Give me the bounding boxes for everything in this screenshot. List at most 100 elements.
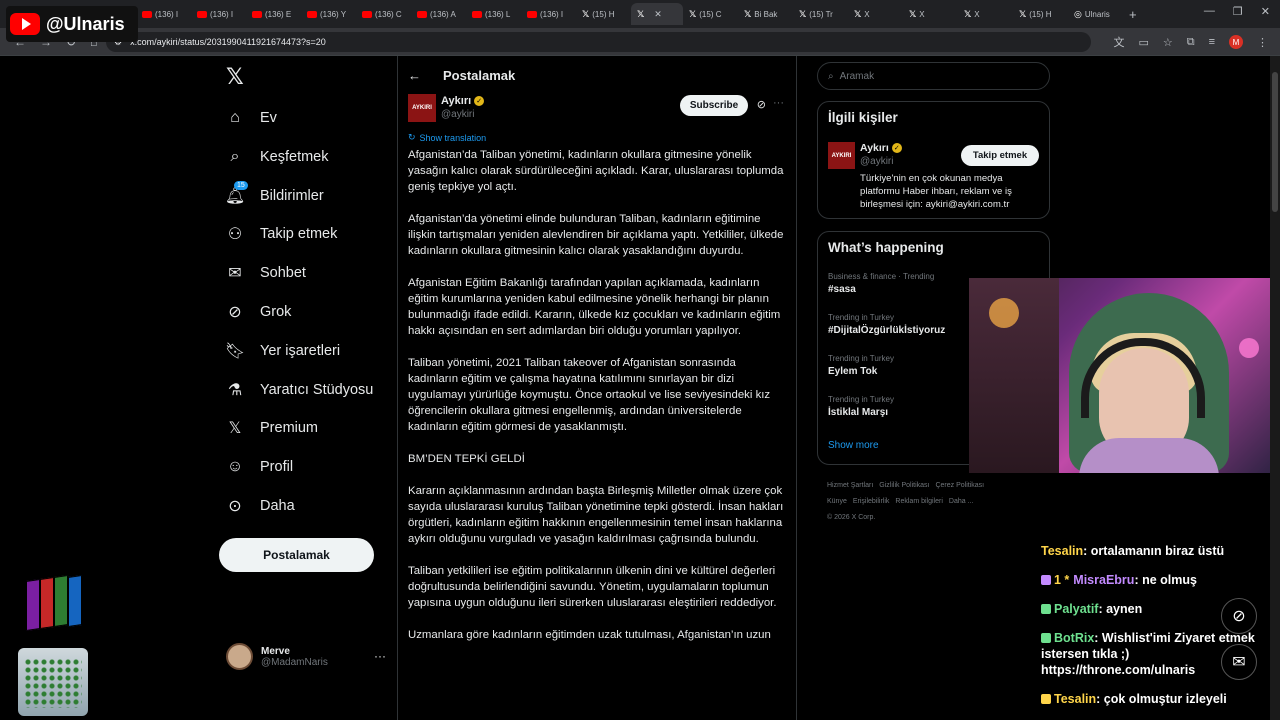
footer-link[interactable]: Daha ... [949,498,974,505]
tab-label: (136) E [265,9,292,19]
url-input[interactable]: ⚙ x.com/aykiri/status/203199041192167447… [106,32,1091,52]
happening-title: What’s happening [828,240,944,255]
browser-tab[interactable]: 𝕏 (15) H [576,3,631,25]
trend-meta: Business & finance · Trending [828,272,935,281]
x-favicon-icon: 𝕏 [744,8,752,19]
account-switcher[interactable]: Merve @MadamNaris ··· [226,643,386,670]
trend-item[interactable]: Business & finance · Trending #sasa [828,272,934,295]
chat-badge-icon [1041,694,1051,704]
window-controls: — ❐ ✕ [1204,5,1270,18]
browser-tab[interactable]: (136) Y [301,3,356,25]
follow-button[interactable]: Takip etmek [961,145,1039,166]
browser-tab[interactable]: 𝕏 (15) C [683,3,738,25]
author-name-row[interactable]: Aykırı ✓ [441,95,485,107]
channel-overlay: @Ulnaris [6,6,138,42]
footer-link: © 2026 X Corp. [827,514,876,521]
nav-item-4[interactable]: ✉ Sohbet [226,261,306,285]
nav-item-6[interactable]: 🔖︎ Yer işaretleri [225,339,340,363]
subscribe-button[interactable]: Subscribe [680,95,748,116]
media-icon[interactable]: ≡ [1209,36,1215,48]
nav-item-5[interactable]: ⊘ Grok [226,300,291,324]
tab-close-icon[interactable]: ✕ [654,9,662,20]
related-name-row[interactable]: Aykırı ✓ [860,142,902,154]
messages-float-icon[interactable]: ✉ [1221,644,1257,680]
minimize-icon[interactable]: — [1204,5,1215,18]
browser-tab[interactable]: 𝕏 (15) Tr [793,3,848,25]
footer-link[interactable]: Reklam bilgileri [895,498,942,505]
cast-icon[interactable]: ▭ [1138,36,1148,49]
browser-tab[interactable]: (136) I [521,3,576,25]
footer-link[interactable]: Gizlilik Politikası [879,482,929,489]
show-more-link[interactable]: Show more [828,440,879,451]
related-avatar[interactable]: AYKIRI [828,142,855,169]
author-handle[interactable]: @aykiri [441,109,475,120]
nav-item-10[interactable]: ⊙ Daha [226,494,294,518]
search-input[interactable]: ⌕ Aramak [817,62,1050,90]
nav-item-1[interactable]: ⌕ Keşfetmek [226,145,329,169]
x-favicon-icon: 𝕏 [637,8,645,19]
new-tab-icon[interactable]: + [1129,7,1137,22]
translate-icon[interactable]: 文 [1113,34,1124,50]
trend-item[interactable]: Trending in Turkey İstiklal Marşı [828,395,894,418]
footer-link[interactable]: Çerez Politikası [935,482,984,489]
close-icon[interactable]: ✕ [1261,5,1270,18]
nav-item-label: Profil [260,459,294,475]
page-title: Postalamak [443,67,516,83]
trend-name: Eylem Tok [828,366,878,377]
trend-item[interactable]: Trending in Turkey Eylem Tok [828,354,894,377]
browser-tab[interactable]: ◎ Ulnaris [1068,3,1123,25]
winrar-icon[interactable] [22,575,86,632]
browser-tab[interactable]: 𝕏 ✕ [631,3,683,25]
post-button[interactable]: Postalamak [219,538,374,572]
x-logo-icon[interactable]: 𝕏 [226,64,244,90]
browser-tab[interactable]: (136) C [356,3,411,25]
browser-tab[interactable]: (136) I [136,3,191,25]
person-icon: ☺ [226,458,244,475]
recycle-bin-icon[interactable] [18,648,88,716]
nav-item-2[interactable]: 🔔︎ 15 Bildirimler [225,181,324,208]
nav-item-3[interactable]: ⚇ Takip etmek [226,222,338,246]
footer-link[interactable]: Erişilebilirlik [853,498,890,505]
browser-tab[interactable]: 𝕏 Bi Bak [738,3,793,25]
flask-icon: ⚗ [227,382,243,399]
maximize-icon[interactable]: ❐ [1233,5,1243,18]
extensions-icon[interactable]: ⧉ [1187,36,1195,49]
more-icon[interactable]: ··· [773,97,784,109]
nav-item-9[interactable]: ☺ Profil [226,455,293,479]
search-icon: ⌕ [828,70,834,82]
webcam-lamp [989,298,1019,328]
x-icon: 𝕏 [228,420,242,437]
more-icon[interactable]: ··· [374,649,386,663]
menu-icon[interactable]: ⋮ [1257,36,1268,49]
trend-item[interactable]: Trending in Turkey #DijitalÖzgürlükİstiyo… [828,313,945,336]
nav-item-8[interactable]: 𝕏 Premium [226,416,318,440]
nav-item-7[interactable]: ⚗ Yaratıcı Stüdyosu [226,378,374,402]
browser-tab[interactable]: 𝕏 (15) H [1013,3,1068,25]
scrollbar-thumb[interactable] [1272,72,1278,212]
nav-item-0[interactable]: ⌂ Ev [226,106,277,130]
browser-tab[interactable]: (136) E [246,3,301,25]
browser-tab[interactable]: 𝕏X [848,3,903,25]
tab-label: (136) A [430,9,456,19]
author-avatar[interactable]: AYKIRI [408,94,436,122]
nav-item-label: Bildirimler [260,188,324,204]
browser-tab[interactable]: (136) A [411,3,466,25]
back-arrow-icon[interactable]: ← [408,68,421,83]
grok-icon[interactable]: ⊘ [757,98,766,111]
star-icon[interactable]: ☆ [1163,36,1173,49]
profile-avatar[interactable]: M [1229,35,1243,49]
verified-badge-icon: ✓ [474,96,485,106]
chat-badge-icon [1041,633,1051,643]
nav-item-label: Yaratıcı Stüdyosu [260,382,374,398]
grok-float-icon[interactable]: ⊘ [1221,598,1257,634]
footer-link[interactable]: Hizmet Şartları [827,482,873,489]
footer-link[interactable]: Künye [827,498,847,505]
browser-tab[interactable]: 𝕏X [903,3,958,25]
page-scrollbar[interactable] [1270,56,1280,720]
browser-tab[interactable]: (136) I [191,3,246,25]
browser-tab[interactable]: 𝕏X [958,3,1013,25]
browser-tab[interactable]: (136) L [466,3,521,25]
youtube-favicon-icon [252,10,262,18]
show-translation-link[interactable]: ↻ Show translation [408,132,486,143]
rar-book-green [54,575,68,627]
